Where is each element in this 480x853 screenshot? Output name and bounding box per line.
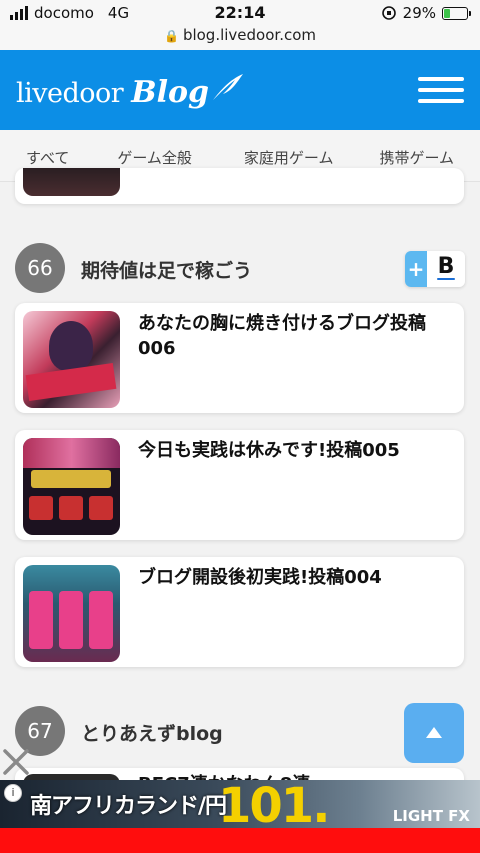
post-title[interactable]: あなたの胸に焼き付けるブログ投稿006 <box>138 311 448 361</box>
logo-blog: Blog <box>131 75 209 110</box>
status-bar: docomo 4G 22:14 29% <box>0 0 480 26</box>
post-card[interactable]: あなたの胸に焼き付けるブログ投稿006 <box>15 303 464 413</box>
orientation-lock-icon <box>381 6 396 20</box>
feather-icon <box>212 74 243 100</box>
battery-percent: 29% <box>402 4 436 22</box>
lock-icon: 🔒 <box>163 29 179 43</box>
post-title[interactable]: ブログ開設後初実践!投稿004 <box>138 565 448 590</box>
post-card[interactable]: 今日も実践は休みです!投稿005 <box>15 430 464 540</box>
post-thumbnail <box>23 168 120 196</box>
hatena-bookmark-button[interactable]: + B <box>405 251 465 287</box>
post-card[interactable]: ブログ開設後初実践!投稿004 <box>15 557 464 667</box>
post-thumbnail <box>23 565 120 662</box>
battery-icon <box>442 6 471 20</box>
logo-livedoor: livedoor <box>16 78 124 109</box>
ad-close-icon[interactable] <box>0 746 32 778</box>
previous-post-card[interactable] <box>15 168 464 204</box>
ad-brand: LIGHT FX <box>392 807 470 825</box>
ad-info-icon[interactable]: i <box>4 784 22 802</box>
menu-button[interactable] <box>418 77 464 103</box>
ad-rate: 101. <box>218 780 330 828</box>
blog-header[interactable]: 67 とりあえずblog <box>15 706 465 756</box>
livedoor-blog-logo[interactable]: livedoor Blog <box>16 72 245 110</box>
post-title[interactable]: 今日も実践は休みです!投稿005 <box>138 438 448 463</box>
ad-footer-bar <box>0 828 480 853</box>
hatena-b-icon: B <box>427 251 465 287</box>
ad-text: 南アフリカランド/円 <box>30 794 227 819</box>
url-text: blog.livedoor.com <box>182 26 317 44</box>
scroll-to-top-button[interactable] <box>404 703 464 763</box>
arrow-up-icon <box>426 727 442 738</box>
address-bar[interactable]: 🔒 blog.livedoor.com <box>0 26 480 50</box>
post-thumbnail <box>23 311 120 408</box>
post-thumbnail <box>23 438 120 535</box>
blog-header[interactable]: 66 期待値は足で稼ごう + B <box>15 243 465 293</box>
plus-icon: + <box>405 251 427 287</box>
site-header: livedoor Blog <box>0 50 480 130</box>
blog-title[interactable]: 期待値は足で稼ごう <box>81 256 252 283</box>
blog-title[interactable]: とりあえずblog <box>81 719 223 746</box>
rank-badge: 66 <box>15 243 65 293</box>
ad-banner[interactable]: i 南アフリカランド/円 101. LIGHT FX <box>0 780 480 828</box>
